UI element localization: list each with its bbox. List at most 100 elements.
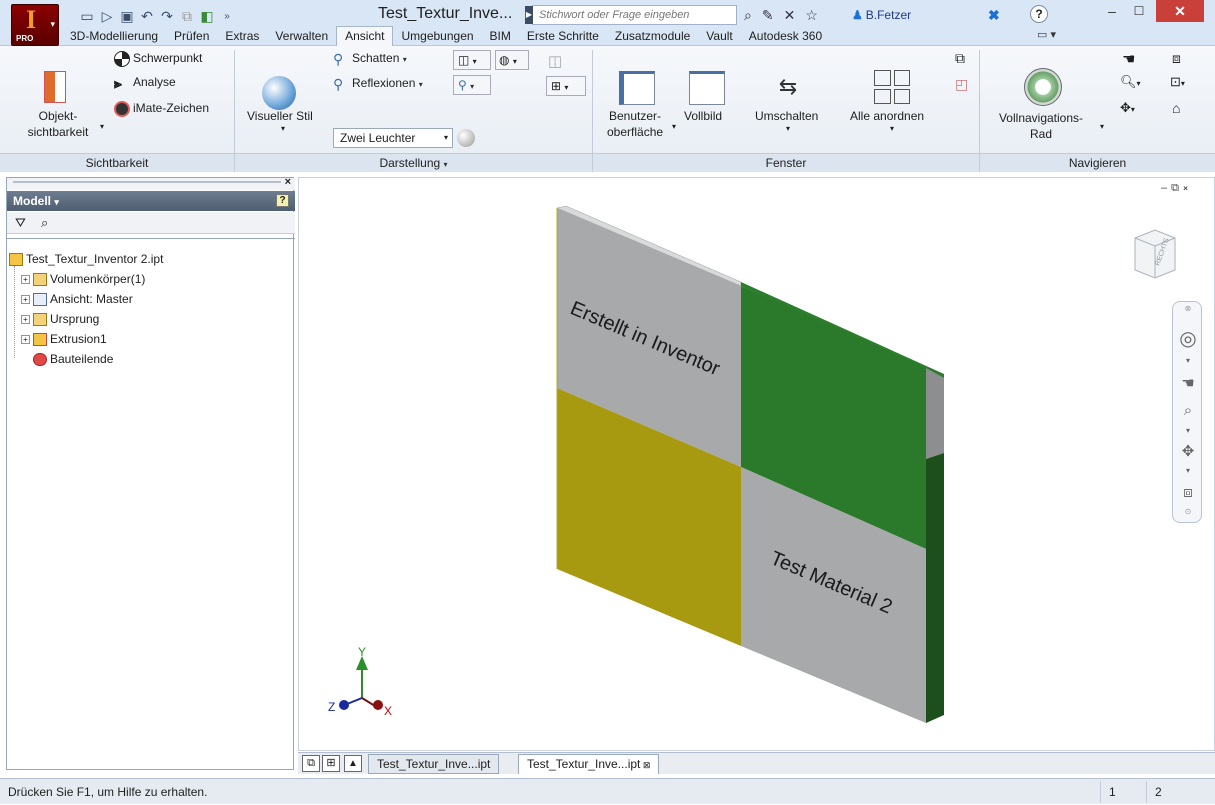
- home-view-icon[interactable]: ⌂: [1172, 100, 1180, 116]
- favorites-star-icon[interactable]: ☆: [805, 7, 818, 24]
- user-signin[interactable]: ♟ B.Fetzer: [852, 5, 911, 25]
- arrange-all-icon[interactable]: [874, 70, 910, 104]
- orbit-dropdown[interactable]: ✥▾: [1120, 100, 1135, 116]
- new-file-icon[interactable]: ▭: [80, 8, 94, 25]
- tree-root-part[interactable]: Test_Textur_Inventor 2.ipt: [9, 250, 163, 268]
- lighting-settings-icon[interactable]: [457, 129, 475, 147]
- expand-icon[interactable]: +: [21, 275, 30, 285]
- lighting-style-dropdown[interactable]: Zwei Leuchter ▾: [333, 128, 453, 148]
- browser-header[interactable]: Modell ▾ ?: [7, 191, 295, 211]
- help-icon[interactable]: ?: [276, 194, 289, 207]
- pan-hand-icon[interactable]: ☚: [1178, 374, 1198, 392]
- tab-verwalten[interactable]: Verwalten: [267, 27, 336, 46]
- chevron-down-icon[interactable]: ▾: [1100, 122, 1104, 131]
- section-view-dropdown[interactable]: ⊞ ▾: [546, 76, 586, 96]
- tab-prüfen[interactable]: Prüfen: [166, 27, 217, 46]
- tab-zusatzmodule[interactable]: Zusatzmodule: [607, 27, 698, 46]
- maximize-button[interactable]: ☐: [1126, 0, 1152, 22]
- redo-icon[interactable]: ↷: [160, 8, 174, 25]
- user-interface-icon[interactable]: [619, 71, 655, 105]
- tab-bim[interactable]: BIM: [482, 27, 519, 46]
- zoom-icon[interactable]: ⌕: [1178, 402, 1198, 419]
- chevron-down-icon[interactable]: ▾: [1178, 426, 1198, 435]
- tree-node-extrusion1[interactable]: + Extrusion1: [21, 330, 107, 348]
- look-at-icon[interactable]: ⧈: [1178, 484, 1198, 501]
- expand-icon[interactable]: +: [21, 295, 30, 305]
- tab-ansicht[interactable]: Ansicht: [336, 26, 394, 46]
- slice-graphics-icon[interactable]: ◫: [548, 52, 562, 70]
- new-window-icon[interactable]: ◰: [955, 76, 968, 93]
- save-icon[interactable]: ▣: [120, 8, 134, 25]
- object-visibility-icon[interactable]: [44, 71, 66, 103]
- search-input[interactable]: ▶ Stichwort oder Frage eingeben: [525, 5, 737, 25]
- chevron-down-icon[interactable]: ▾: [786, 124, 790, 133]
- schatten-button[interactable]: ⚲ Schatten ▾: [333, 50, 407, 68]
- panel-toggle-icon[interactable]: ▭ ▾: [1037, 28, 1056, 41]
- communication-icon[interactable]: ✕: [784, 7, 796, 24]
- tree-node-volumenkoerper[interactable]: + Volumenkörper(1): [21, 270, 145, 288]
- binoculars-icon[interactable]: ⌕: [744, 7, 752, 24]
- application-menu-button[interactable]: I PRO ▾: [11, 4, 59, 46]
- search-expand-icon[interactable]: ▶: [525, 6, 533, 24]
- chevron-down-icon[interactable]: ▾: [281, 124, 285, 133]
- steering-wheel-icon[interactable]: [1024, 68, 1062, 106]
- vollnavigationsrad-button[interactable]: Vollnavigations- Rad: [996, 110, 1086, 142]
- chevron-down-icon[interactable]: ▾: [1178, 466, 1198, 475]
- exchange-apps-icon[interactable]: ✖: [988, 5, 1000, 25]
- chevron-down-icon[interactable]: ▾: [672, 122, 676, 131]
- document-tab[interactable]: Test_Textur_Inve...ipt ⊠: [518, 754, 660, 774]
- viewport-restore-icon[interactable]: ⧉: [1171, 182, 1183, 194]
- look-at-icon[interactable]: ⧈: [1172, 50, 1181, 67]
- navbar-close-icon[interactable]: ⊗: [1178, 304, 1198, 313]
- benutzeroberflaeche-button[interactable]: Benutzer- oberfläche: [607, 108, 663, 140]
- close-pane-icon[interactable]: ×: [285, 176, 291, 188]
- panel-label-darstellung[interactable]: Darstellung ▾: [235, 153, 592, 172]
- switch-windows-icon[interactable]: ⇆: [771, 70, 805, 104]
- fullscreen-icon[interactable]: [689, 71, 725, 105]
- close-button[interactable]: ✕: [1156, 0, 1204, 22]
- tab-autodesk-360[interactable]: Autodesk 360: [741, 27, 830, 46]
- ground-plane-dropdown[interactable]: ◍ ▾: [495, 50, 529, 70]
- more-tools-icon[interactable]: »: [220, 11, 234, 22]
- chevron-down-icon[interactable]: ▾: [890, 124, 894, 133]
- imate-button[interactable]: iMate-Zeichen: [114, 100, 209, 117]
- vollbild-button[interactable]: Vollbild: [684, 108, 722, 124]
- tree-node-ursprung[interactable]: + Ursprung: [21, 310, 99, 328]
- grid-windows-icon[interactable]: ⊞: [322, 755, 340, 772]
- viewport-minimize-icon[interactable]: –: [1161, 182, 1171, 194]
- filter-icon[interactable]: ⛛: [15, 215, 26, 231]
- minimize-button[interactable]: –: [1100, 0, 1124, 22]
- tile-windows-icon[interactable]: ⧉: [302, 755, 320, 772]
- zoom-dropdown[interactable]: 🔍︎▾: [1120, 74, 1141, 90]
- schwerpunkt-button[interactable]: Schwerpunkt: [114, 50, 202, 67]
- tab-erste-schritte[interactable]: Erste Schritte: [519, 27, 607, 46]
- open-folder-icon[interactable]: ▷: [100, 8, 114, 25]
- undo-icon[interactable]: ↶: [140, 8, 154, 25]
- close-tab-icon[interactable]: ⊠: [640, 760, 651, 770]
- expand-icon[interactable]: +: [21, 315, 30, 325]
- objekt-sichtbarkeit-button[interactable]: Objekt- sichtbarkeit: [26, 108, 90, 140]
- graphics-viewport[interactable]: Erstellt in Inventor Test Material 2 Y X…: [298, 177, 1215, 751]
- browser-grip[interactable]: ×: [7, 176, 295, 190]
- visual-style-icon[interactable]: [262, 76, 296, 110]
- help-icon[interactable]: ?: [1030, 5, 1048, 23]
- tab-vault[interactable]: Vault: [698, 27, 740, 46]
- orbit-icon[interactable]: ✥: [1178, 442, 1198, 460]
- tab-list-icon[interactable]: ▲: [344, 755, 362, 772]
- analyse-button[interactable]: ⫸ Analyse: [114, 74, 176, 91]
- chevron-down-icon[interactable]: ▾: [1178, 356, 1198, 365]
- select-icon[interactable]: ◧: [200, 8, 214, 25]
- tab-extras[interactable]: Extras: [217, 27, 267, 46]
- steering-wheel-icon[interactable]: ◎: [1178, 326, 1198, 351]
- display-mode-dropdown[interactable]: ◫ ▾: [453, 50, 491, 70]
- tab-3d-modellierung[interactable]: 3D-Modellierung: [62, 27, 166, 46]
- chevron-down-icon[interactable]: ▾: [100, 122, 104, 131]
- alle-anordnen-button[interactable]: Alle anordnen: [850, 108, 924, 124]
- reflexionen-button[interactable]: ⚲ Reflexionen ▾: [333, 75, 423, 93]
- tree-node-bauteilende[interactable]: Bauteilende: [21, 350, 113, 368]
- expand-icon[interactable]: +: [21, 335, 30, 345]
- find-binoculars-icon[interactable]: ⌕: [41, 215, 48, 231]
- ambient-shadow-dropdown[interactable]: ⚲ ▾: [453, 75, 491, 95]
- viewport-close-icon[interactable]: ⨯: [1183, 182, 1192, 194]
- cascade-windows-icon[interactable]: ⧉: [955, 50, 965, 67]
